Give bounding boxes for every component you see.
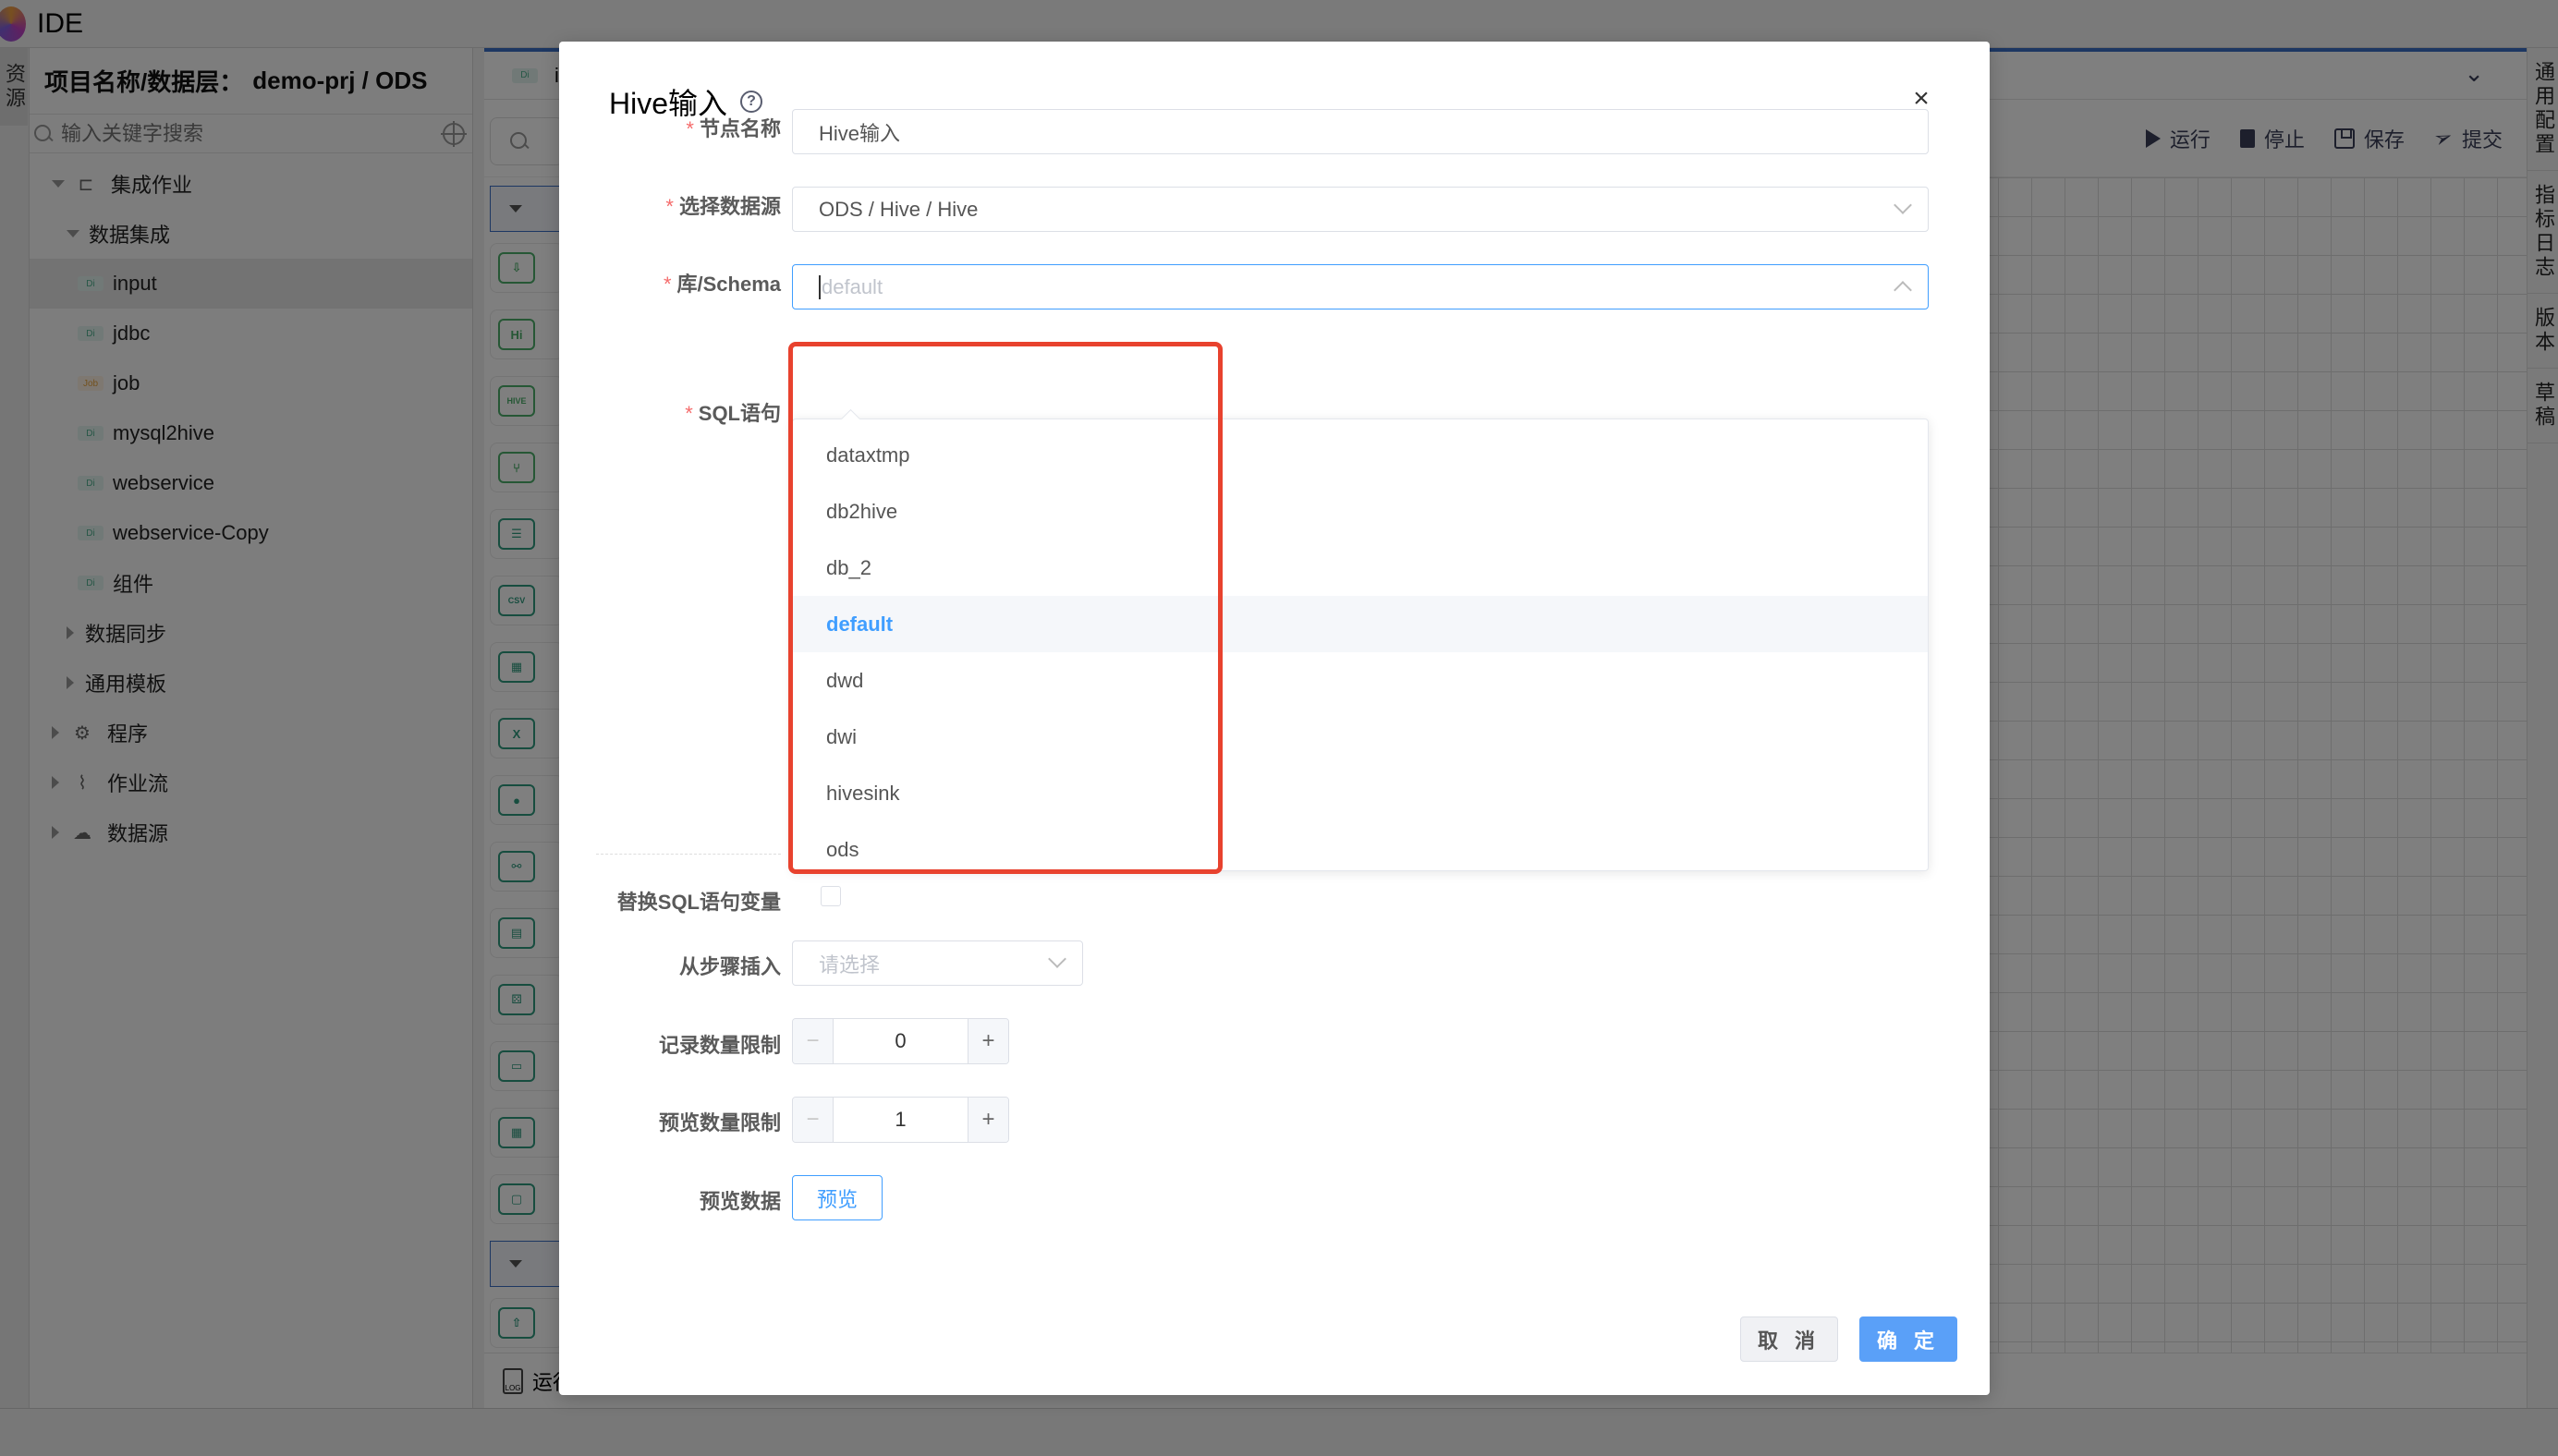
increment-button[interactable]: + <box>968 1019 1008 1063</box>
preview-limit-label: 预览数量限制 <box>658 1111 781 1134</box>
decrement-button[interactable]: − <box>793 1098 834 1142</box>
schema-select[interactable]: default <box>792 264 1929 309</box>
schema-option[interactable]: db_2 <box>793 540 1928 596</box>
sql-label: * SQL语句 <box>685 402 781 425</box>
datasource-label: * 选择数据源 <box>665 195 781 218</box>
required-mark: * <box>685 402 693 425</box>
chevron-up-icon <box>1894 281 1912 299</box>
record-limit-input[interactable]: 0 <box>834 1019 968 1063</box>
schema-option[interactable]: dwi <box>793 709 1928 765</box>
preview-limit-stepper: − 1 + <box>792 1097 1009 1143</box>
required-mark: * <box>663 273 672 296</box>
schema-label: * 库/Schema <box>663 273 781 296</box>
help-icon[interactable]: ? <box>740 91 763 113</box>
record-limit-label: 记录数量限制 <box>658 1034 781 1057</box>
insert-from-step-label: 从步骤插入 <box>678 955 781 978</box>
required-mark: * <box>665 195 674 218</box>
decrement-button[interactable]: − <box>793 1019 834 1063</box>
replace-vars-checkbox[interactable] <box>821 886 841 906</box>
chevron-down-icon <box>1894 196 1912 214</box>
cancel-button[interactable]: 取 消 <box>1740 1316 1838 1362</box>
text-cursor <box>819 274 821 299</box>
record-limit-stepper: − 0 + <box>792 1018 1009 1064</box>
preview-data-label: 预览数据 <box>699 1190 781 1213</box>
datasource-select[interactable]: ODS / Hive / Hive <box>792 187 1929 232</box>
schema-option[interactable]: dwd <box>793 652 1928 709</box>
hive-input-dialog: Hive输入 ? × * 节点名称 Hive输入 * 选择数据源 ODS / Hiv… <box>559 42 1990 1395</box>
node-name-input[interactable]: Hive输入 <box>792 109 1929 154</box>
schema-option[interactable]: ods <box>793 821 1928 878</box>
schema-option[interactable]: dataxtmp <box>793 427 1928 483</box>
schema-dropdown: dataxtmp db2hive db_2 default dwd dwi hi… <box>792 419 1929 871</box>
schema-option[interactable]: hivesink <box>793 765 1928 821</box>
replace-vars-label: 替换SQL语句变量 <box>616 891 781 914</box>
increment-button[interactable]: + <box>968 1098 1008 1142</box>
preview-limit-input[interactable]: 1 <box>834 1098 968 1142</box>
confirm-button[interactable]: 确 定 <box>1859 1316 1957 1362</box>
insert-from-step-select[interactable]: 请选择 <box>792 940 1083 986</box>
required-mark: * <box>686 117 694 140</box>
schema-option-selected[interactable]: default <box>793 596 1928 652</box>
preview-button[interactable]: 预览 <box>792 1175 883 1220</box>
close-icon[interactable]: × <box>1908 85 1934 113</box>
chevron-down-icon <box>1048 950 1066 968</box>
schema-option[interactable]: db2hive <box>793 483 1928 540</box>
node-name-label: * 节点名称 <box>686 117 781 140</box>
divider <box>596 854 781 855</box>
